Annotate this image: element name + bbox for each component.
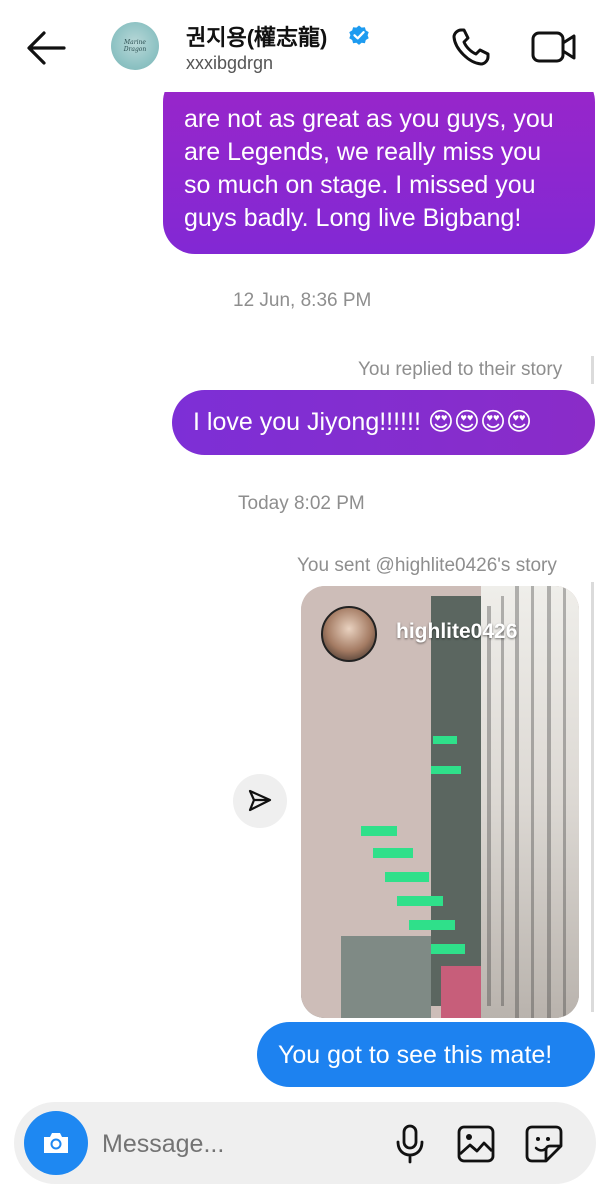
reply-indicator-bar — [591, 356, 594, 384]
avatar[interactable]: Marine Dragon — [111, 22, 159, 70]
sent-message-bubble[interactable]: You got to see this mate! — [257, 1022, 595, 1087]
sticker-icon[interactable] — [524, 1124, 564, 1164]
story-reply-label: You replied to their story — [358, 359, 563, 380]
sent-message-bubble[interactable]: I love you Jiyong!!!!!! 😍😍😍😍 — [172, 390, 595, 455]
microphone-icon[interactable] — [394, 1124, 426, 1164]
message-line: are Legends, we really miss you — [184, 138, 542, 166]
avatar-caption: Marine Dragon — [123, 39, 147, 53]
message-line: so much on stage. I missed you — [184, 171, 536, 199]
image-icon[interactable] — [456, 1124, 496, 1164]
send-icon — [248, 789, 272, 812]
shared-story-card[interactable]: highlite0426 — [301, 586, 579, 1018]
timestamp: Today 8:02 PM — [238, 493, 365, 514]
message-line: guys badly. Long live Bigbang! — [184, 204, 522, 232]
share-story-button[interactable] — [233, 774, 287, 828]
timestamp: 12 Jun, 8:36 PM — [233, 290, 372, 311]
sent-message-bubble[interactable]: are not as great as you guys, you are Le… — [163, 70, 595, 254]
message-text: You got to see this mate! — [278, 1041, 553, 1069]
phone-icon[interactable] — [450, 26, 492, 68]
verified-badge-icon — [349, 25, 369, 45]
message-text: I love you Jiyong!!!!!! 😍😍😍😍 — [193, 408, 533, 436]
message-line: are not as great as you guys, you — [184, 105, 554, 133]
contact-username: xxxibgdrgn — [186, 53, 274, 73]
chat-header: Marine Dragon 권지용(權志龍) xxxibgdrgn — [0, 0, 609, 92]
story-author-username: highlite0426 — [396, 620, 518, 643]
camera-icon — [44, 1133, 68, 1153]
video-camera-icon[interactable] — [530, 26, 578, 68]
camera-button[interactable] — [24, 1111, 88, 1175]
story-author-avatar — [321, 606, 377, 662]
message-composer — [14, 1102, 596, 1184]
shared-indicator-bar — [591, 582, 594, 1012]
message-input[interactable] — [102, 1126, 372, 1162]
contact-name[interactable]: 권지용(權志龍) — [186, 20, 327, 52]
arrow-left-icon[interactable] — [24, 26, 68, 70]
shared-story-label: You sent @highlite0426's story — [297, 555, 557, 576]
